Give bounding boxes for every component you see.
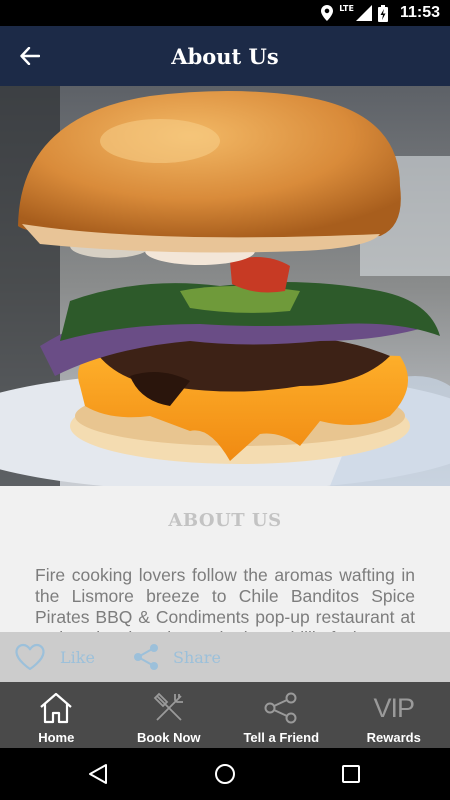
- nav-label-tell-a-friend: Tell a Friend: [243, 730, 320, 745]
- nav-item-tell-a-friend[interactable]: Tell a Friend: [225, 682, 338, 748]
- vip-icon: VIP: [373, 691, 415, 725]
- share-icon: [264, 691, 298, 725]
- like-label: Like: [60, 647, 95, 667]
- share-icon: [134, 644, 158, 670]
- share-label: Share: [173, 647, 221, 667]
- app-bar: About Us: [0, 26, 450, 86]
- status-bar: LTE 11:53: [0, 0, 450, 26]
- nav-label-book-now: Book Now: [136, 730, 201, 745]
- about-paragraph: Fire cooking lovers follow the aromas wa…: [35, 565, 415, 632]
- section-heading: ABOUT US: [168, 510, 282, 531]
- heart-icon: [15, 643, 45, 671]
- fork-knife-icon: [153, 691, 185, 725]
- share-button[interactable]: Share: [133, 632, 221, 682]
- system-nav-bar: [0, 748, 450, 800]
- hero-image: [0, 86, 450, 486]
- system-recents-button[interactable]: [339, 762, 363, 786]
- home-circle-icon: [215, 764, 235, 784]
- social-action-bar: Like Share: [0, 632, 450, 682]
- nav-label-home: Home: [38, 730, 75, 745]
- system-home-button[interactable]: [213, 762, 237, 786]
- clock: 11:53: [399, 4, 440, 21]
- arrow-left-icon: [20, 47, 40, 65]
- nav-item-rewards[interactable]: VIP Rewards: [338, 682, 450, 748]
- location-icon: [321, 5, 334, 21]
- nav-label-rewards: Rewards: [366, 730, 421, 745]
- bottom-nav: Home Book Now Tell a Friend VIP Rewards: [0, 682, 450, 748]
- home-icon: [38, 691, 74, 725]
- battery-icon: [377, 4, 388, 22]
- recents-square-icon: [342, 765, 360, 783]
- network-type: LTE: [339, 3, 354, 13]
- system-back-button[interactable]: [86, 762, 110, 786]
- page-title: About Us: [171, 43, 279, 69]
- nav-item-home[interactable]: Home: [0, 682, 113, 748]
- back-triangle-icon: [89, 764, 107, 784]
- vip-icon-text: VIP: [373, 692, 415, 723]
- about-section: ABOUT US Fire cooking lovers follow the …: [0, 486, 450, 632]
- back-button[interactable]: [12, 38, 48, 74]
- nav-item-book-now[interactable]: Book Now: [113, 682, 226, 748]
- signal-icon: [355, 5, 372, 21]
- like-button[interactable]: Like: [14, 632, 95, 682]
